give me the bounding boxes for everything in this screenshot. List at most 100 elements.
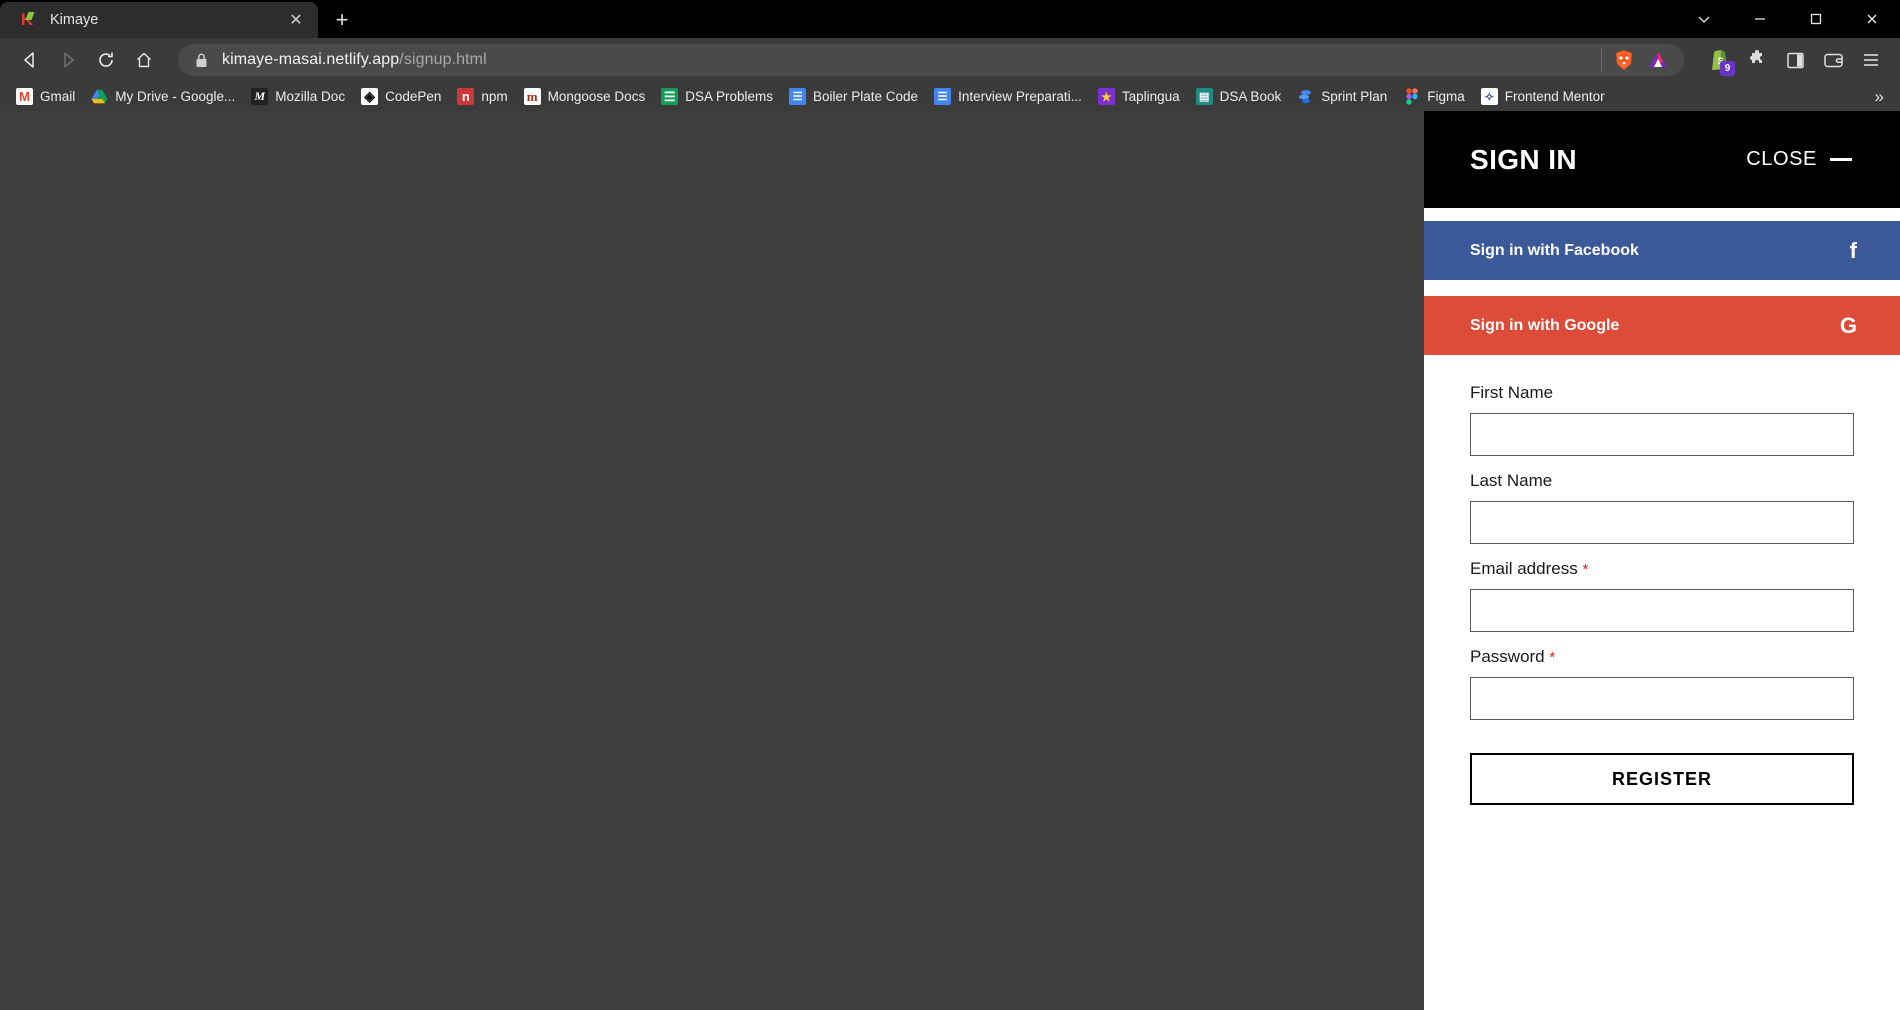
bookmark-label: Mongoose Docs [547, 89, 646, 104]
bookmarks-bar: M Gmail My Drive - Google... M Mozilla Doc ◈ C… [0, 82, 1900, 111]
new-tab-button[interactable]: + [326, 4, 358, 36]
taplingua-star-icon: ★ [1097, 88, 1115, 105]
field-last-name: Last Name [1470, 471, 1854, 544]
bookmark-item[interactable]: ✧ Frontend Mentor [1473, 85, 1613, 108]
close-panel-label: CLOSE [1746, 148, 1817, 170]
password-required-marker: * [1549, 649, 1556, 666]
window-close-icon[interactable] [1844, 0, 1900, 38]
sprint-plan-icon [1297, 88, 1314, 105]
first-name-label-text: First Name [1470, 383, 1554, 402]
registration-form: First Name Last Name Email address * Pas… [1424, 355, 1900, 1010]
bookmark-item[interactable]: ★ Taplingua [1090, 85, 1188, 108]
password-input[interactable] [1470, 677, 1854, 720]
divider [1601, 49, 1602, 71]
extensions-puzzle-icon[interactable] [1740, 43, 1774, 77]
brave-shields-lion-icon[interactable] [1612, 48, 1636, 72]
bookmark-label: Figma [1427, 89, 1465, 104]
address-bar[interactable]: kimaye-masai.netlify.app /signup.html [178, 44, 1684, 76]
bookmark-label: Sprint Plan [1321, 89, 1388, 104]
mongoose-icon: m [523, 88, 541, 105]
last-name-label-text: Last Name [1470, 471, 1553, 490]
forward-button[interactable] [50, 42, 86, 78]
bookmark-item[interactable]: ▤ DSA Book [1188, 85, 1290, 108]
reload-button[interactable] [88, 42, 124, 78]
bookmarks-overflow-button[interactable]: » [1867, 87, 1892, 107]
password-label-text: Password [1470, 647, 1545, 666]
browser-toolbar: kimaye-masai.netlify.app /signup.html 9 [0, 38, 1900, 82]
bookmark-item[interactable]: Sprint Plan [1289, 85, 1395, 108]
bookmark-item[interactable]: ☰ Boiler Plate Code [781, 85, 926, 108]
browser-menu-icon[interactable] [1854, 43, 1888, 77]
bookmark-item[interactable]: Figma [1395, 85, 1473, 108]
sign-in-with-facebook-button[interactable]: Sign in with Facebook f [1424, 221, 1900, 280]
toolbar-extension-icons: S 9 [1696, 43, 1888, 77]
bookmark-label: Interview Preparati... [958, 89, 1082, 104]
google-drive-icon [91, 88, 108, 105]
back-button[interactable] [12, 42, 48, 78]
last-name-label: Last Name [1470, 471, 1854, 491]
google-button-label: Sign in with Google [1470, 316, 1620, 334]
codepen-icon: ◈ [361, 88, 379, 105]
bookmark-item[interactable]: M Mozilla Doc [243, 85, 353, 108]
bookmark-label: My Drive - Google... [115, 89, 236, 104]
bookmark-item[interactable]: n npm [449, 85, 515, 108]
bookmark-item[interactable]: ◈ CodePen [353, 85, 449, 108]
bookmark-label: DSA Book [1219, 89, 1282, 104]
last-name-input[interactable] [1470, 501, 1854, 544]
frontend-mentor-icon: ✧ [1480, 88, 1498, 105]
email-address-required-marker: * [1582, 561, 1589, 578]
tab-search-chevron-down-icon[interactable] [1676, 0, 1732, 38]
facebook-icon: f [1849, 237, 1857, 263]
first-name-input[interactable] [1470, 413, 1854, 456]
bookmark-label: Boiler Plate Code [813, 89, 919, 104]
figma-icon [1403, 88, 1420, 105]
panel-title: SIGN IN [1470, 143, 1578, 175]
bookmark-label: Taplingua [1121, 89, 1180, 104]
bookmark-item[interactable]: m Mongoose Docs [516, 85, 654, 108]
lock-icon [192, 51, 210, 69]
bookmark-label: CodePen [385, 89, 442, 104]
address-bar-actions [1589, 48, 1670, 72]
bookmark-item[interactable]: ☰ DSA Problems [653, 85, 781, 108]
wallet-icon[interactable] [1816, 43, 1850, 77]
browser-tab-kimaye[interactable]: K Kimaye ✕ [0, 2, 318, 38]
minimize-icon[interactable] [1732, 0, 1788, 38]
close-panel-button[interactable]: CLOSE [1746, 148, 1852, 171]
sign-in-with-google-button[interactable]: Sign in with Google G [1424, 296, 1900, 355]
bookmark-label: Gmail [40, 89, 76, 104]
shopify-extension-icon[interactable]: S 9 [1702, 43, 1736, 77]
email-address-label: Email address * [1470, 559, 1854, 579]
social-sign-in-group: Sign in with Facebook f Sign in with Goo… [1424, 208, 1900, 355]
maximize-icon[interactable] [1788, 0, 1844, 38]
google-docs-icon: ☰ [789, 88, 806, 105]
sign-in-panel-header: SIGN IN CLOSE [1424, 111, 1900, 208]
url-path: /signup.html [399, 51, 487, 68]
sidebar-toggle-icon[interactable] [1778, 43, 1812, 77]
first-name-label: First Name [1470, 383, 1854, 403]
minimize-dash-icon [1830, 158, 1852, 161]
register-button[interactable]: REGISTER [1470, 753, 1854, 805]
tab-close-icon[interactable]: ✕ [284, 8, 308, 32]
page-viewport: SIGN IN CLOSE Sign in with Facebook f Si… [0, 111, 1900, 1010]
password-label: Password * [1470, 647, 1854, 667]
bookmark-item[interactable]: My Drive - Google... [83, 85, 243, 108]
bookmark-item[interactable]: ☰ Interview Preparati... [926, 85, 1090, 108]
google-icon: G [1839, 312, 1857, 338]
bookmark-label: Frontend Mentor [1504, 89, 1605, 104]
window-controls [1676, 0, 1900, 38]
mdn-icon: M [251, 88, 269, 105]
tab-strip: K Kimaye ✕ + [0, 0, 1900, 38]
brave-rewards-triangle-icon[interactable] [1646, 48, 1670, 72]
bookmark-item[interactable]: M Gmail [8, 85, 83, 108]
gmail-icon: M [16, 88, 33, 105]
facebook-button-label: Sign in with Facebook [1470, 241, 1639, 259]
sign-in-panel: SIGN IN CLOSE Sign in with Facebook f Si… [1424, 111, 1900, 1010]
email-address-label-text: Email address [1470, 559, 1578, 578]
home-button[interactable] [126, 42, 162, 78]
bookmark-label: DSA Problems [685, 89, 773, 104]
field-password: Password * [1470, 647, 1854, 720]
bookmark-label: Mozilla Doc [275, 89, 346, 104]
npm-icon: n [457, 88, 475, 105]
tab-title: Kimaye [50, 12, 99, 28]
email-address-input[interactable] [1470, 589, 1854, 632]
